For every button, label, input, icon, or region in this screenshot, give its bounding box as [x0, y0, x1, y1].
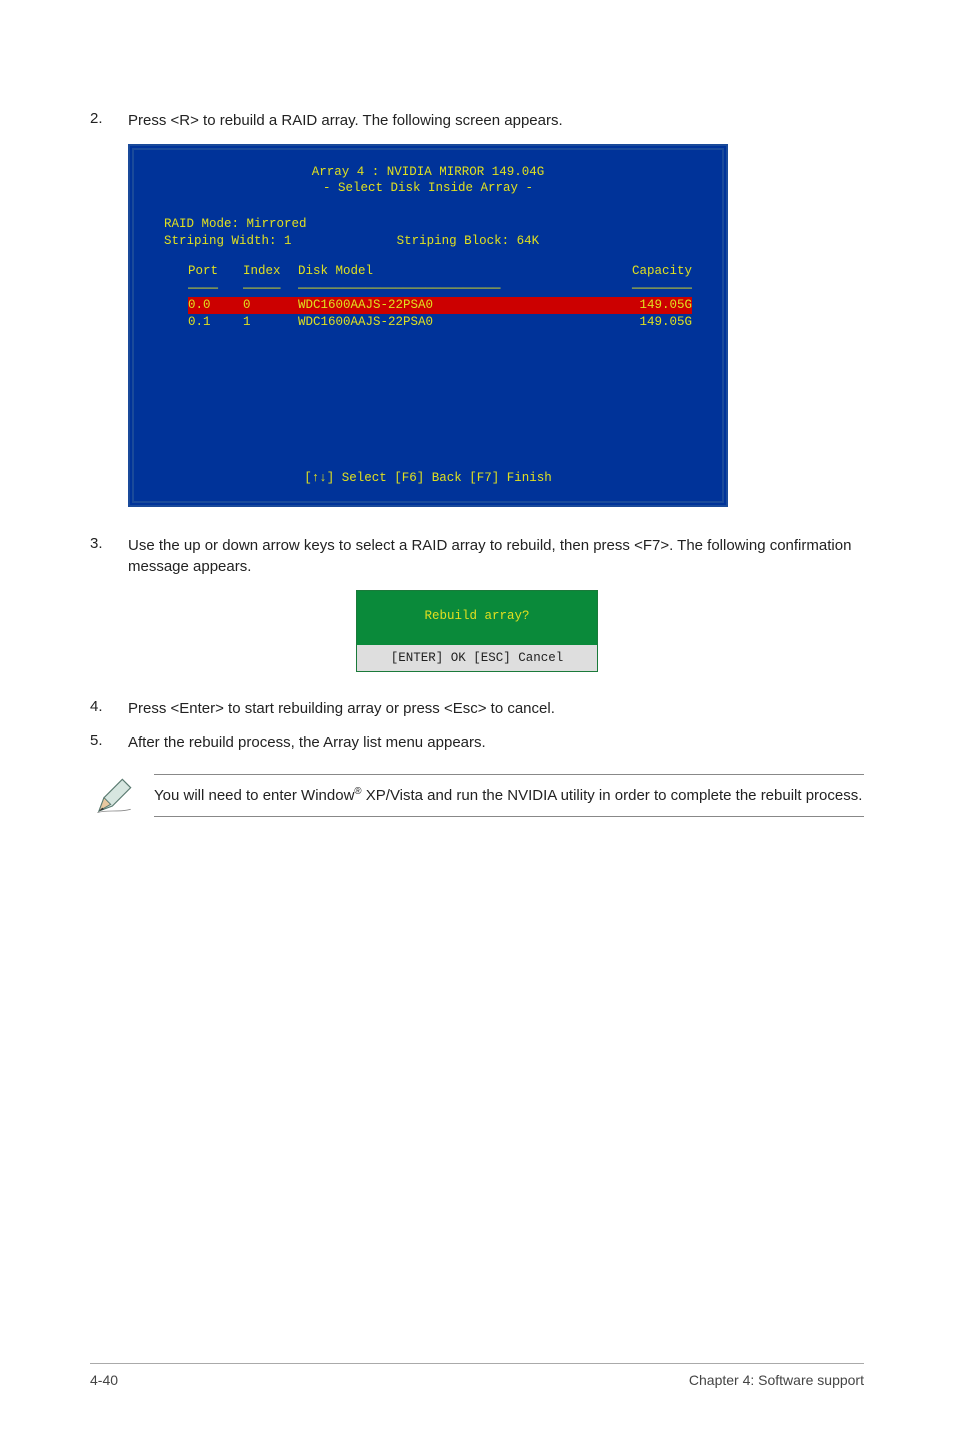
note-post: XP/Vista and run the NVIDIA utility in o…: [362, 787, 863, 804]
bios-raid-mode: RAID Mode: Mirrored: [164, 216, 692, 232]
bios-table-header: Port Index Disk Model Capacity: [188, 263, 692, 279]
cell-model: WDC1600AAJS-22PSA0: [298, 297, 602, 313]
page-number: 4-40: [90, 1372, 118, 1388]
step-number: 5.: [90, 732, 128, 754]
cell-capacity: 149.05G: [602, 314, 692, 330]
chapter-label: Chapter 4: Software support: [689, 1372, 864, 1388]
cell-capacity: 149.05G: [602, 297, 692, 313]
step-number: 2.: [90, 110, 128, 132]
cell-index: 1: [243, 314, 298, 330]
step-text: Press <R> to rebuild a RAID array. The f…: [128, 110, 864, 132]
dialog-question: Rebuild array?: [357, 591, 597, 645]
confirm-dialog: Rebuild array? [ENTER] OK [ESC] Cancel: [356, 590, 598, 672]
col-index-head: Index: [243, 263, 298, 279]
step-4: 4. Press <Enter> to start rebuilding arr…: [90, 698, 864, 720]
bios-title-line1: Array 4 : NVIDIA MIRROR 149.04G: [134, 164, 722, 180]
bios-title-line2: - Select Disk Inside Array -: [134, 180, 722, 196]
step-2: 2. Press <R> to rebuild a RAID array. Th…: [90, 110, 864, 132]
bios-header-rule: ──── ───── ─────────────────────────────…: [188, 281, 692, 297]
bios-striping-block: Striping Block: 64K: [397, 234, 540, 248]
col-model-head: Disk Model: [298, 263, 602, 279]
note-block: You will need to enter Window® XP/Vista …: [90, 774, 864, 820]
step-3: 3. Use the up or down arrow keys to sele…: [90, 535, 864, 579]
bios-row-selected[interactable]: 0.0 0 WDC1600AAJS-22PSA0 149.05G: [188, 297, 692, 313]
col-port-head: Port: [188, 263, 243, 279]
dialog-buttons[interactable]: [ENTER] OK [ESC] Cancel: [357, 645, 597, 671]
step-text: After the rebuild process, the Array lis…: [128, 732, 864, 754]
bios-row[interactable]: 0.1 1 WDC1600AAJS-22PSA0 149.05G: [188, 314, 692, 330]
cell-model: WDC1600AAJS-22PSA0: [298, 314, 602, 330]
col-capacity-head: Capacity: [602, 263, 692, 279]
bios-striping-width: Striping Width: 1: [164, 234, 292, 248]
step-number: 4.: [90, 698, 128, 720]
bios-screen: Array 4 : NVIDIA MIRROR 149.04G - Select…: [128, 144, 728, 507]
step-text: Use the up or down arrow keys to select …: [128, 535, 864, 579]
registered-mark: ®: [354, 786, 361, 797]
note-text: You will need to enter Window® XP/Vista …: [154, 774, 864, 817]
cell-index: 0: [243, 297, 298, 313]
note-pre: You will need to enter Window: [154, 787, 354, 804]
page-footer: 4-40 Chapter 4: Software support: [90, 1363, 864, 1388]
pencil-icon: [90, 774, 140, 820]
cell-port: 0.1: [188, 314, 243, 330]
step-text: Press <Enter> to start rebuilding array …: [128, 698, 864, 720]
bios-footer-keys: [↑↓] Select [F6] Back [F7] Finish: [134, 456, 722, 500]
cell-port: 0.0: [188, 297, 243, 313]
step-5: 5. After the rebuild process, the Array …: [90, 732, 864, 754]
step-number: 3.: [90, 535, 128, 579]
